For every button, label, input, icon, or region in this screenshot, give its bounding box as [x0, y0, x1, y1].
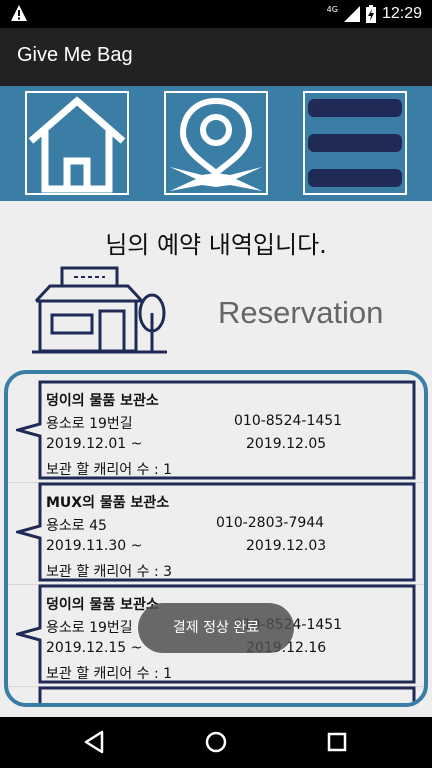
- storage-name: MUX의 물품 보관소: [46, 495, 170, 511]
- start-date: 2019.12.15 ~: [46, 640, 143, 656]
- page-headline: 님의 예약 내역입니다.: [105, 231, 327, 259]
- map-pin-icon: [170, 97, 262, 191]
- menu-button[interactable]: [303, 91, 407, 195]
- carrier-count: 보관 할 캐리어 수 : 3: [46, 564, 173, 580]
- storage-name: 덩이의 물품 보관소: [46, 393, 159, 409]
- recents-icon[interactable]: [324, 729, 350, 755]
- start-date: 2019.11.30 ~: [46, 538, 143, 554]
- end-date: 2019.12.05: [246, 436, 327, 452]
- toast-message: 결제 정상 완료: [138, 603, 294, 653]
- reservation-item-partial[interactable]: [8, 686, 424, 703]
- back-icon[interactable]: [82, 729, 108, 755]
- clock: 12:29: [381, 5, 422, 22]
- start-date: 2019.12.01 ~: [46, 436, 143, 452]
- app-bar: Give Me Bag: [0, 28, 432, 86]
- app-title: Give Me Bag: [17, 44, 133, 66]
- reservation-item[interactable]: MUX의 물품 보관소 용소로 45 010-2803-7944 2019.11…: [8, 482, 424, 582]
- storage-address: 용소로 19번길: [46, 620, 133, 636]
- storage-phone: 010-2803-7944: [216, 515, 325, 531]
- battery-charging-icon: [365, 5, 376, 23]
- home-nav-icon[interactable]: [203, 729, 229, 755]
- content-area: 님의 예약 내역입니다. Reservation 덩이의 물품 보관소 용소로 …: [0, 201, 432, 717]
- status-bar: 4G 12:29: [0, 0, 432, 28]
- warning-icon: [11, 5, 27, 21]
- storage-address: 용소로 45: [46, 518, 107, 534]
- map-button[interactable]: [164, 91, 268, 195]
- speech-bubble-frame: [38, 686, 416, 703]
- home-button[interactable]: [25, 91, 129, 195]
- reservation-label: Reservation: [218, 295, 384, 330]
- carrier-count: 보관 할 캐리어 수 : 1: [46, 462, 173, 478]
- system-nav-bar: [0, 717, 432, 768]
- storage-address: 용소로 19번길: [46, 416, 133, 432]
- storage-phone: 010-8524-1451: [234, 413, 343, 429]
- home-icon: [28, 96, 126, 193]
- reservation-list[interactable]: 덩이의 물품 보관소 용소로 19번길 010-8524-1451 2019.1…: [4, 370, 428, 707]
- storefront-icon: [32, 266, 167, 354]
- signal-icon: [343, 6, 360, 22]
- top-toolbar: [0, 86, 432, 201]
- end-date: 2019.12.03: [246, 538, 327, 554]
- network-type-label: 4G: [326, 4, 338, 14]
- reservation-item[interactable]: 덩이의 물품 보관소 용소로 19번길 010-8524-1451 2019.1…: [8, 380, 424, 480]
- carrier-count: 보관 할 캐리어 수 : 1: [46, 666, 173, 682]
- menu-icon: [308, 99, 402, 187]
- storage-name: 덩이의 물품 보관소: [46, 597, 159, 613]
